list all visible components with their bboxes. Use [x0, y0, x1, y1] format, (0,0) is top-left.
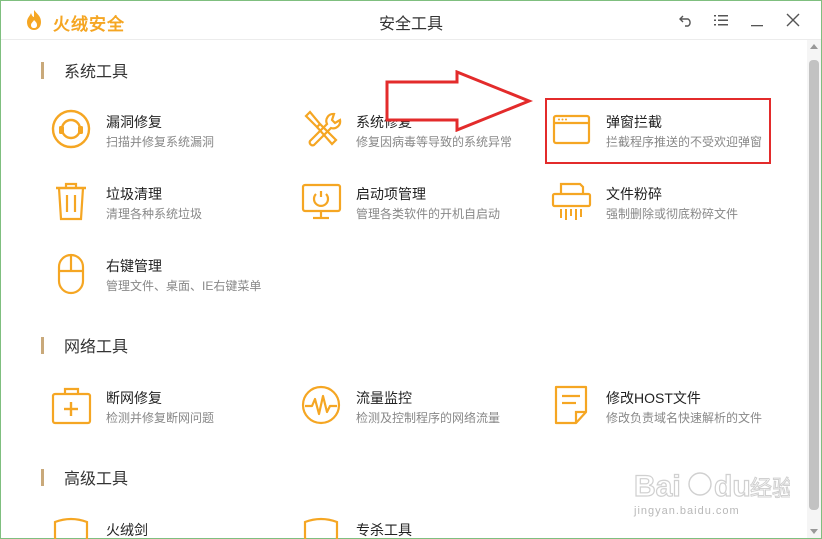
back-arrow-icon	[679, 15, 691, 27]
tool-huorong-sword[interactable]: 火绒剑	[50, 516, 290, 539]
tool-right-click-manager[interactable]: 右键管理 管理文件、桌面、IE右键菜单	[50, 252, 290, 302]
tool-name: 垃圾清理	[106, 186, 162, 202]
tool-desc: 管理文件、桌面、IE右键菜单	[106, 279, 262, 293]
tool-traffic-monitor[interactable]: 流量监控 检测及控制程序的网络流量	[300, 384, 540, 434]
tool-network-repair[interactable]: 断网修复 检测并修复断网问题	[50, 384, 290, 434]
tool-desc: 修改负责域名快速解析的文件	[606, 411, 763, 425]
tool-desc: 清理各种系统垃圾	[106, 207, 203, 221]
scroll-up-arrow-icon[interactable]	[810, 44, 818, 49]
section-advanced-tools: 高级工具	[41, 467, 129, 488]
tool-name: 启动项管理	[356, 186, 426, 202]
tool-name: 流量监控	[356, 390, 412, 406]
wrench-screwdriver-icon	[304, 110, 342, 147]
first-aid-kit-icon	[51, 387, 92, 425]
svg-text:Bai: Bai	[634, 470, 681, 503]
section-label: 网络工具	[64, 339, 129, 356]
document-edit-icon	[554, 385, 588, 425]
tool-name: 断网修复	[106, 390, 162, 406]
section-system-tools: 系统工具	[41, 60, 129, 81]
trash-bin-icon	[56, 182, 86, 221]
tool-name: 火绒剑	[106, 522, 148, 538]
section-bar	[41, 61, 44, 79]
highlight-box	[545, 98, 771, 164]
tool-name: 文件粉碎	[606, 186, 662, 202]
tool-modify-host[interactable]: 修改HOST文件 修改负责域名快速解析的文件	[550, 384, 790, 434]
scroll-down-arrow-icon[interactable]	[810, 529, 818, 534]
tool-desc: 管理各类软件的开机自启动	[356, 207, 501, 221]
scrollbar[interactable]	[807, 40, 821, 538]
section-network-tools: 网络工具	[41, 335, 129, 356]
minimize-button[interactable]	[744, 7, 770, 33]
tool-name: 专杀工具	[356, 522, 412, 538]
monitor-power-icon	[301, 183, 342, 220]
shield-icon	[303, 517, 339, 539]
tool-desc: 修复因病毒等导致的系统异常	[356, 135, 513, 149]
tool-file-shredder[interactable]: 文件粉碎 强制删除或彻底粉碎文件	[550, 180, 790, 230]
tool-desc: 强制删除或彻底粉碎文件	[606, 207, 739, 221]
watermark-url: jingyan.baidu.com	[634, 505, 740, 517]
pulse-monitor-icon	[301, 385, 341, 425]
shredder-icon	[551, 182, 592, 220]
section-bar	[41, 336, 44, 354]
svg-text:du: du	[714, 470, 751, 503]
tool-name: 右键管理	[106, 258, 162, 274]
tool-name: 漏洞修复	[106, 114, 162, 130]
tool-special-kill[interactable]: 专杀工具	[300, 516, 540, 539]
tool-desc: 检测并修复断网问题	[106, 411, 215, 425]
tool-desc: 扫描并修复系统漏洞	[106, 135, 215, 149]
section-label: 系统工具	[64, 64, 129, 81]
section-label: 高级工具	[64, 471, 129, 488]
shield-icon	[53, 517, 89, 539]
menu-button[interactable]	[708, 7, 734, 33]
svg-text:经验: 经验	[750, 477, 790, 502]
title-bar: 火绒安全 安全工具	[1, 1, 821, 40]
vuln-repair-icon	[51, 109, 91, 149]
mouse-icon	[57, 253, 85, 295]
tool-junk-clean[interactable]: 垃圾清理 清理各种系统垃圾	[50, 180, 290, 230]
close-button[interactable]	[780, 7, 806, 33]
tool-startup-manager[interactable]: 启动项管理 管理各类软件的开机自启动	[300, 180, 540, 230]
scrollbar-thumb[interactable]	[809, 60, 819, 510]
tool-vuln-repair[interactable]: 漏洞修复 扫描并修复系统漏洞	[50, 108, 290, 158]
minimize-icon	[751, 25, 763, 27]
tool-desc: 检测及控制程序的网络流量	[356, 411, 501, 425]
close-icon	[786, 13, 800, 27]
tool-name: 修改HOST文件	[606, 390, 701, 406]
annotation-arrow-icon	[385, 70, 534, 132]
section-bar	[41, 468, 44, 486]
menu-icon	[714, 15, 728, 26]
back-button[interactable]	[673, 7, 699, 33]
